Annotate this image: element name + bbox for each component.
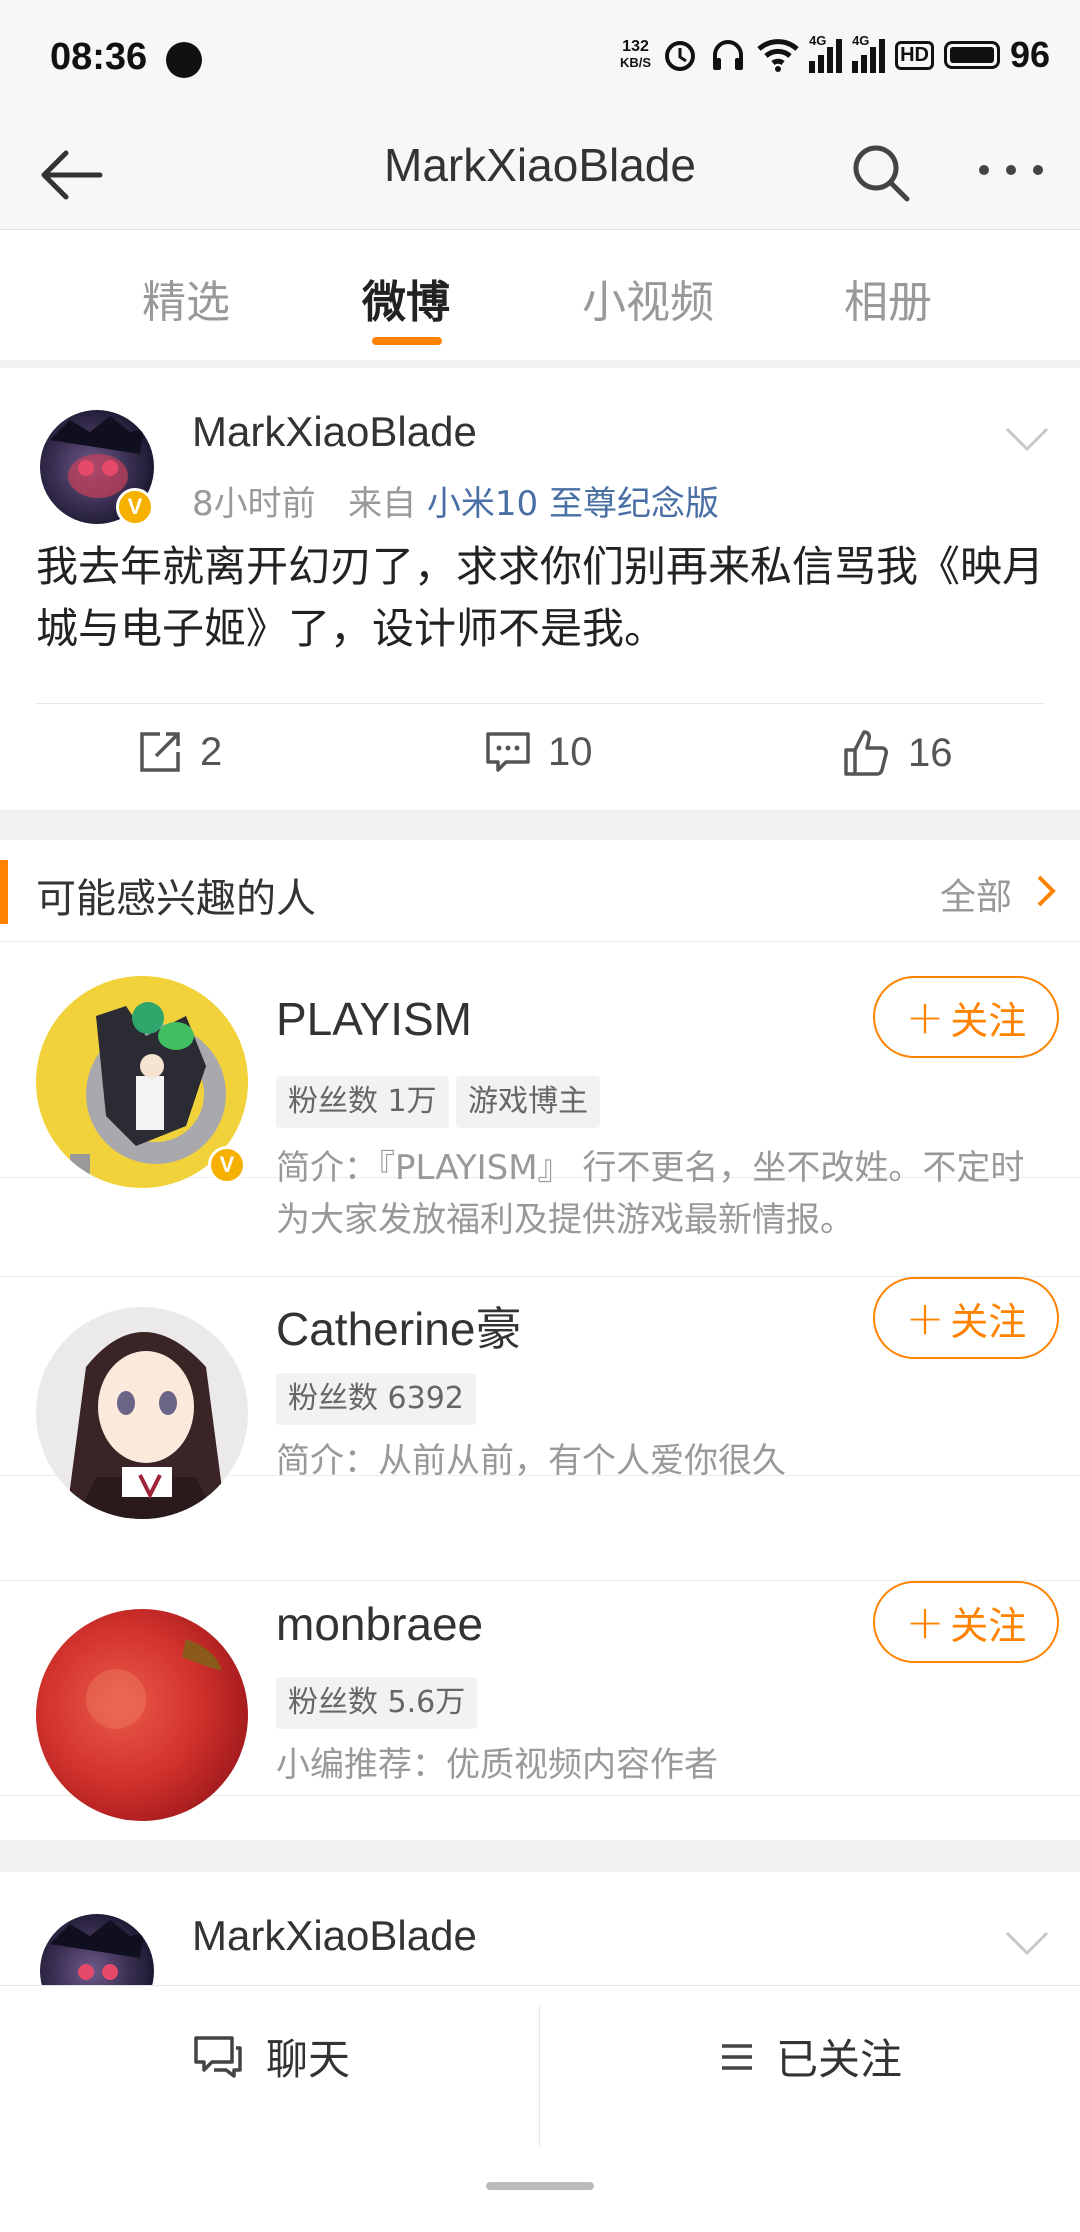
headphones-icon [713, 40, 744, 70]
list-item[interactable]: monbraee + 关注 粉丝数 5.6万 小编推荐：优质视频内容作者 [0, 1580, 1080, 1821]
follow-label: 关注 [950, 1603, 1027, 1648]
tab-featured[interactable]: 精选 [142, 266, 230, 330]
verified-badge-icon: V [208, 1146, 246, 1184]
repost-button[interactable]: 2 [136, 728, 222, 776]
follow-label: 关注 [950, 1299, 1027, 1344]
following-button[interactable]: 已关注 [720, 2026, 902, 2087]
chevron-right-icon[interactable] [1036, 874, 1056, 908]
see-all-link[interactable]: 全部 [940, 868, 1012, 920]
active-tab-indicator [372, 337, 442, 345]
follow-button[interactable]: + 关注 [873, 1581, 1059, 1663]
signal-1-icon: 4G [809, 33, 843, 73]
people-you-may-like-section: 可能感兴趣的人 全部 V PLAYISM + 关注 粉丝数 1万 游戏博主 简介… [0, 840, 1080, 1840]
tab-weibo[interactable]: 微博 [362, 266, 450, 330]
search-icon[interactable] [848, 140, 914, 206]
follow-label: 关注 [950, 998, 1027, 1043]
app-header: MarkXiaoBlade [0, 118, 1080, 230]
post-card[interactable]: V MarkXiaoBlade 8小时前 来自 小米10 至尊纪念版 我去年就离… [0, 368, 1080, 810]
user-description: 简介：从前从前，有个人爱你很久 [276, 1441, 786, 1481]
post-divider [36, 703, 1044, 704]
user-avatar[interactable] [36, 1609, 248, 1821]
follow-button[interactable]: + 关注 [873, 976, 1059, 1058]
section-title: 可能感兴趣的人 [36, 876, 316, 922]
section-header: 可能感兴趣的人 全部 [0, 840, 1080, 942]
comment-button[interactable]: 10 [484, 728, 593, 776]
comment-icon [486, 732, 530, 772]
user-avatar[interactable] [36, 1307, 248, 1519]
signal-1-label: 4G [809, 33, 827, 48]
bottom-action-bar: 聊天 已关注 [0, 1985, 1080, 2232]
tab-albums[interactable]: 相册 [844, 266, 932, 330]
post-card[interactable]: MarkXiaoBlade [0, 1872, 1080, 2028]
battery-icon [943, 41, 1000, 69]
profile-tabs: 精选 微博 小视频 相册 [0, 230, 1080, 360]
plus-icon: + [905, 990, 945, 1044]
notification-dot-icon [166, 42, 202, 78]
alarm-icon [665, 41, 696, 71]
verified-badge-icon: V [116, 488, 154, 526]
list-item[interactable]: V PLAYISM + 关注 粉丝数 1万 游戏博主 简介：『PLAYISM』 … [0, 942, 1080, 1240]
user-name[interactable]: PLAYISM [276, 992, 472, 1046]
tab-short-videos[interactable]: 小视频 [582, 266, 714, 330]
post-text: 我去年就离开幻刃了，求求你们别再来私信骂我《映月城与电子姬》了，设计师不是我。 [36, 542, 1045, 653]
post-time: 8小时前 [192, 484, 316, 524]
network-speed-value: 132 [622, 38, 649, 55]
page-title: MarkXiaoBlade [384, 139, 696, 191]
category-tag: 游戏博主 [456, 1076, 600, 1128]
user-description: 小编推荐：优质视频内容作者 [276, 1745, 718, 1785]
comment-count: 10 [548, 729, 593, 774]
like-count: 16 [908, 730, 953, 775]
post-source-prefix: 来自 [348, 484, 417, 524]
post-source-link[interactable]: 小米10 至尊纪念版 [427, 484, 719, 524]
status-bar: 08:36 132 KB/S 4G 4G HD 96 [0, 0, 1080, 118]
status-icons: 132 KB/S 4G 4G HD 96 [620, 33, 1050, 76]
hd-icon: HD [895, 40, 934, 70]
like-button[interactable]: 16 [842, 728, 953, 778]
thumbs-up-icon [844, 730, 888, 776]
chat-icon [194, 2035, 242, 2078]
fans-count-tag: 粉丝数 5.6万 [276, 1677, 478, 1729]
home-indicator[interactable] [486, 2182, 594, 2190]
chevron-down-icon[interactable] [1004, 1930, 1050, 1956]
repost-icon [140, 732, 180, 772]
avatar-art-icon [86, 1639, 222, 1729]
battery-level: 96 [1009, 34, 1050, 75]
more-icon[interactable] [976, 160, 1046, 180]
following-label: 已关注 [776, 2035, 903, 2084]
list-item[interactable]: Catherine豪 + 关注 粉丝数 6392 简介：从前从前，有个人爱你很久 [0, 1276, 1080, 1519]
user-description: 简介：『PLAYISM』 行不更名，坐不改姓。不定时为大家发放福利及提供游戏最新… [276, 1148, 1025, 1240]
status-time: 08:36 [50, 36, 148, 78]
plus-icon: + [905, 1595, 945, 1649]
network-speed: 132 KB/S [620, 39, 651, 71]
fans-count-tag: 粉丝数 6392 [276, 1373, 476, 1425]
section-accent-bar [0, 860, 8, 924]
post-author-name[interactable]: MarkXiaoBlade [192, 1912, 477, 1960]
chat-label: 聊天 [266, 2035, 351, 2084]
menu-icon [722, 2043, 752, 2070]
post-author-name[interactable]: MarkXiaoBlade [192, 408, 477, 456]
user-name[interactable]: Catherine豪 [276, 1293, 521, 1359]
follow-button[interactable]: + 关注 [873, 1277, 1059, 1359]
chat-button[interactable]: 聊天 [192, 2026, 350, 2087]
bottom-bar-divider [539, 2006, 540, 2146]
avatar-art-icon [66, 1332, 226, 1519]
repost-count: 2 [200, 729, 223, 774]
network-speed-unit: KB/S [620, 55, 652, 70]
user-name[interactable]: monbraee [276, 1597, 483, 1651]
signal-2-icon: 4G [852, 33, 886, 73]
wifi-icon [757, 39, 799, 72]
signal-2-label: 4G [852, 33, 870, 48]
fans-count-tag: 粉丝数 1万 [276, 1076, 449, 1128]
post-meta: 8小时前 来自 小米10 至尊纪念版 [192, 476, 719, 525]
plus-icon: + [905, 1291, 945, 1345]
chevron-down-icon[interactable] [1004, 426, 1050, 452]
